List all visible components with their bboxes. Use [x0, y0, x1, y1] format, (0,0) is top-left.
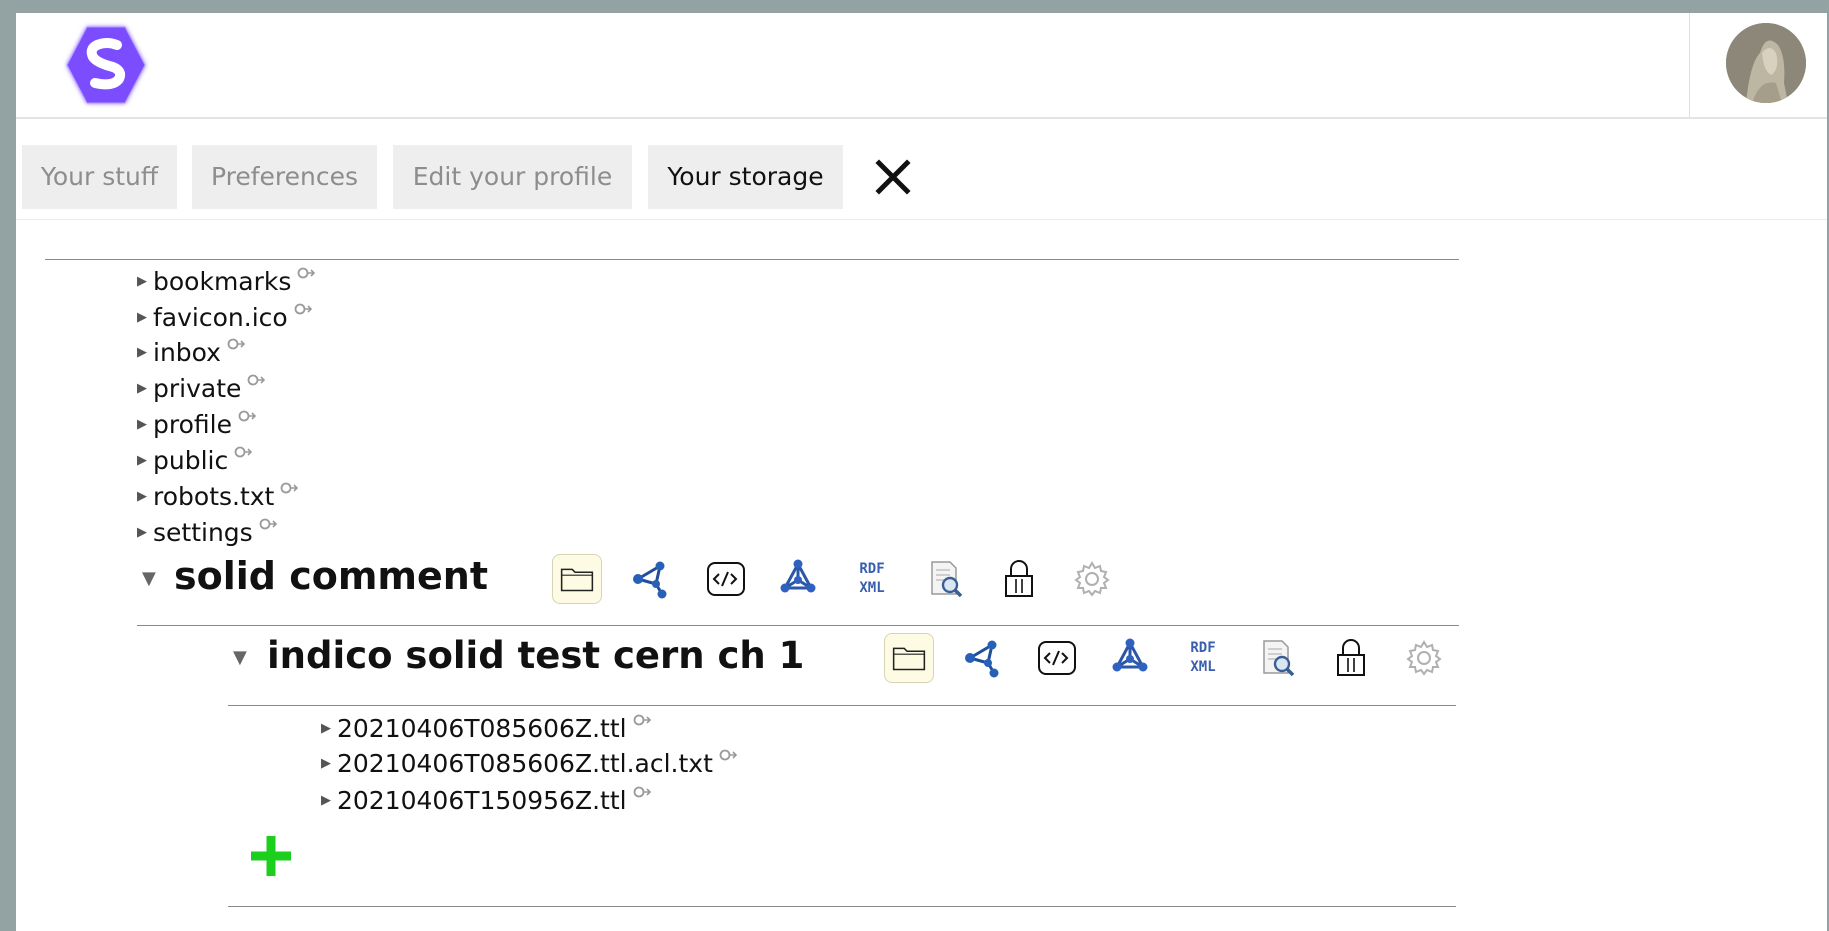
- user-avatar-image[interactable]: [1726, 23, 1806, 103]
- rdf-xml-icon[interactable]: RDF XML: [1178, 633, 1228, 683]
- tab-preferences[interactable]: Preferences: [192, 145, 377, 209]
- rdf-label: RDF: [1190, 640, 1216, 656]
- item-name[interactable]: 20210406T085606Z.ttl: [337, 714, 627, 743]
- open-link-icon[interactable]: [297, 266, 319, 280]
- expand-triangle-icon[interactable]: ▶: [137, 453, 153, 468]
- list-item: ▶ public: [137, 443, 256, 477]
- rdf-graph-icon[interactable]: [773, 554, 823, 604]
- list-item: ▶ 20210406T085606Z.ttl: [321, 711, 655, 745]
- subfolder-title[interactable]: indico solid test cern ch 1: [267, 634, 804, 677]
- open-link-icon[interactable]: [294, 302, 316, 316]
- collapse-triangle-icon[interactable]: ▼: [233, 647, 247, 668]
- lock-icon[interactable]: [994, 554, 1044, 604]
- tab-edit-profile[interactable]: Edit your profile: [393, 145, 632, 209]
- graph-icon[interactable]: [626, 554, 676, 604]
- list-item: ▶ favicon.ico: [137, 300, 316, 334]
- folder-title[interactable]: solid comment: [174, 554, 488, 598]
- list-item: ▶ private: [137, 371, 269, 405]
- lock-icon[interactable]: [1326, 633, 1376, 683]
- document-search-icon[interactable]: [920, 554, 970, 604]
- xml-label: XML: [1190, 659, 1216, 675]
- expand-triangle-icon[interactable]: ▶: [137, 489, 153, 504]
- solid-logo-icon[interactable]: [57, 19, 155, 111]
- expand-triangle-icon[interactable]: ▶: [137, 417, 153, 432]
- app-header: [16, 13, 1827, 119]
- expand-triangle-icon[interactable]: ▶: [321, 793, 337, 808]
- source-code-icon[interactable]: [1031, 633, 1081, 683]
- open-link-icon[interactable]: [247, 373, 269, 387]
- expand-triangle-icon[interactable]: ▶: [321, 756, 337, 771]
- list-item: ▶ settings: [137, 515, 281, 549]
- tab-your-storage[interactable]: Your storage: [648, 145, 843, 209]
- item-name[interactable]: inbox: [153, 338, 221, 367]
- list-item: ▶ 20210406T085606Z.ttl.acl.txt: [321, 746, 741, 780]
- open-link-icon[interactable]: [633, 785, 655, 799]
- list-item: ▶ inbox: [137, 335, 249, 369]
- item-name[interactable]: favicon.ico: [153, 303, 288, 332]
- open-link-icon[interactable]: [234, 445, 256, 459]
- divider: [228, 705, 1456, 706]
- expand-triangle-icon[interactable]: ▶: [321, 721, 337, 736]
- list-item: ▶ robots.txt: [137, 479, 302, 513]
- item-name[interactable]: 20210406T150956Z.ttl: [337, 786, 627, 815]
- item-name[interactable]: bookmarks: [153, 267, 291, 296]
- open-link-icon[interactable]: [280, 481, 302, 495]
- list-item: ▶ profile: [137, 407, 260, 441]
- close-icon[interactable]: [869, 153, 917, 201]
- source-code-icon[interactable]: [700, 554, 750, 604]
- expand-triangle-icon[interactable]: ▶: [137, 381, 153, 396]
- folder-icon[interactable]: [884, 633, 934, 683]
- list-item: ▶ 20210406T150956Z.ttl: [321, 783, 655, 817]
- open-link-icon[interactable]: [238, 409, 260, 423]
- app-window: Your stuff Preferences Edit your profile…: [16, 13, 1827, 931]
- item-name[interactable]: public: [153, 446, 228, 475]
- list-item: ▶ bookmarks: [137, 264, 319, 298]
- item-name[interactable]: settings: [153, 518, 253, 547]
- item-name[interactable]: robots.txt: [153, 482, 274, 511]
- folder-icon[interactable]: [552, 554, 602, 604]
- divider: [228, 906, 1456, 907]
- rdf-graph-icon[interactable]: [1105, 633, 1155, 683]
- avatar-area: [1689, 13, 1827, 117]
- add-plus-icon[interactable]: [247, 832, 295, 880]
- expand-triangle-icon[interactable]: ▶: [137, 345, 153, 360]
- item-name[interactable]: 20210406T085606Z.ttl.acl.txt: [337, 749, 713, 778]
- tab-your-stuff[interactable]: Your stuff: [22, 145, 177, 209]
- expand-triangle-icon[interactable]: ▶: [137, 525, 153, 540]
- expand-triangle-icon[interactable]: ▶: [137, 274, 153, 289]
- open-link-icon[interactable]: [259, 517, 281, 531]
- graph-icon[interactable]: [958, 633, 1008, 683]
- collapse-triangle-icon[interactable]: ▼: [142, 568, 156, 589]
- xml-label: XML: [859, 580, 885, 596]
- open-link-icon[interactable]: [633, 713, 655, 727]
- expand-triangle-icon[interactable]: ▶: [137, 310, 153, 325]
- open-link-icon[interactable]: [719, 748, 741, 762]
- divider: [137, 625, 1459, 626]
- rdf-xml-icon[interactable]: RDF XML: [847, 554, 897, 604]
- settings-gear-icon[interactable]: [1067, 554, 1117, 604]
- open-link-icon[interactable]: [227, 337, 249, 351]
- divider: [45, 259, 1459, 260]
- item-name[interactable]: profile: [153, 410, 232, 439]
- item-name[interactable]: private: [153, 374, 241, 403]
- document-search-icon[interactable]: [1252, 633, 1302, 683]
- rdf-label: RDF: [859, 561, 885, 577]
- tab-bar: Your stuff Preferences Edit your profile…: [16, 119, 1827, 220]
- settings-gear-icon[interactable]: [1399, 633, 1449, 683]
